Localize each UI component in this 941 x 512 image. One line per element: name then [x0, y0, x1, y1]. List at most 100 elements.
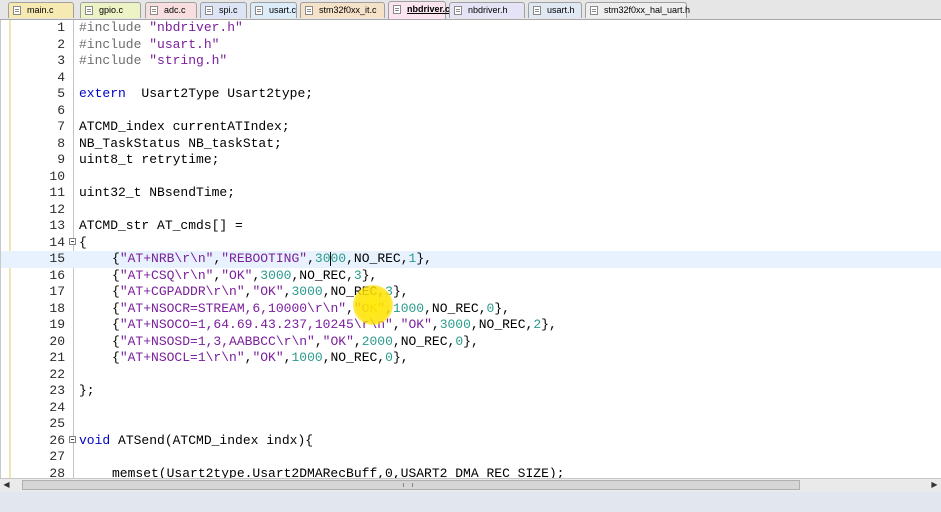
- code-line[interactable]: 8 NB_TaskStatus NB_taskStat;: [1, 136, 941, 153]
- line-number: 7: [57, 119, 65, 134]
- code-token: },: [361, 267, 378, 283]
- code-token: NB_TaskStatus NB_taskStat;: [79, 135, 282, 151]
- code-token: 0: [385, 350, 393, 365]
- code-token: };: [79, 383, 95, 398]
- code-line[interactable]: 12: [1, 202, 941, 219]
- line-number: 20: [49, 333, 65, 349]
- code-line[interactable]: 5 extern Usart2Type Usart2type;: [1, 86, 941, 103]
- scroll-left-arrow-icon[interactable]: ◀: [1, 480, 12, 490]
- code-line[interactable]: 1 #include "nbdriver.h": [1, 20, 941, 37]
- code-line[interactable]: 18 {"AT+NSOCR=STREAM,6,10000\r\n","OK",10…: [1, 301, 941, 318]
- tab-usart-c[interactable]: usart.c: [250, 2, 297, 18]
- tab-label: usart.c: [269, 5, 297, 15]
- code-token: },: [463, 333, 479, 349]
- code-line[interactable]: 4: [1, 70, 941, 87]
- code-text: };: [79, 383, 95, 400]
- code-token: 2: [533, 317, 542, 332]
- fold-toggle-icon[interactable]: [69, 435, 76, 443]
- code-token: "OK": [400, 317, 432, 332]
- fold-toggle-icon[interactable]: [69, 237, 76, 245]
- code-token: void: [79, 432, 111, 448]
- code-line[interactable]: 15 {"AT+NRB\r\n","REBOOTING",3000,NO_REC,…: [1, 251, 941, 268]
- code-token: "OK": [322, 333, 354, 349]
- code-token: 1000: [291, 350, 323, 365]
- code-line[interactable]: 23};: [1, 383, 941, 400]
- code-token: ,: [385, 300, 393, 316]
- text-cursor: [330, 252, 331, 266]
- line-number: 11: [49, 185, 65, 200]
- code-line[interactable]: 17 {"AT+CGPADDR\r\n","OK",3000,NO_REC,3},: [1, 284, 941, 301]
- code-line[interactable]: 14 {: [1, 235, 941, 252]
- tab-spi-c[interactable]: spi.c: [200, 2, 247, 18]
- code-token: },: [541, 317, 557, 332]
- file-icon: [454, 6, 462, 15]
- code-token: #include: [79, 20, 150, 35]
- code-line[interactable]: 19 {"AT+NSOCO=1,64.69.43.237,10245\r\n","…: [1, 317, 941, 334]
- code-text: ATCMD_index currentATIndex;: [79, 119, 290, 136]
- line-number: 15: [49, 251, 65, 266]
- line-number: 27: [49, 449, 65, 464]
- code-line[interactable]: 16 {"AT+CSQ\r\n","OK",3000,NO_REC,3},: [1, 268, 941, 285]
- code-token: {: [112, 333, 120, 349]
- code-token: ,: [307, 251, 315, 266]
- code-token: 0: [455, 333, 464, 349]
- code-line[interactable]: 27: [1, 449, 941, 466]
- code-token: "AT+NSOSD=1,3,AABBCC\r\n": [119, 333, 315, 349]
- tab-label: nbdriver.h: [468, 5, 508, 15]
- code-line[interactable]: 20 {"AT+NSOSD=1,3,AABBCC\r\n","OK",2000,N…: [1, 334, 941, 351]
- code-line[interactable]: 13 ATCMD_str AT_cmds[] =: [1, 218, 941, 235]
- code-line[interactable]: 25: [1, 416, 941, 433]
- tab-nbdriver-h[interactable]: nbdriver.h: [449, 2, 525, 18]
- code-line[interactable]: 21 {"AT+NSOCL=1\r\n","OK",1000,NO_REC,0},: [1, 350, 941, 367]
- code-token: "nbdriver.h": [149, 20, 243, 35]
- code-text: {"AT+NSOCO=1,64.69.43.237,10245\r\n","OK…: [112, 317, 557, 334]
- code-line[interactable]: 2 #include "usart.h": [1, 37, 941, 54]
- line-number: 10: [49, 168, 65, 184]
- code-token: "usart.h": [149, 36, 220, 52]
- scrollbar-thumb[interactable]: [22, 480, 800, 490]
- tab-adc-c[interactable]: adc.c: [145, 2, 197, 18]
- code-text: #include "usart.h": [79, 37, 219, 54]
- file-icon: [13, 6, 21, 15]
- code-line[interactable]: 28 memset(Usart2type.Usart2DMARecBuff,0,U…: [1, 466, 941, 479]
- code-token: 3000: [260, 267, 292, 283]
- line-number: 2: [57, 36, 65, 52]
- code-token: 3: [385, 284, 393, 299]
- line-number: 14: [49, 234, 65, 250]
- code-token: ,NO_REC,: [424, 300, 487, 316]
- code-line[interactable]: 24: [1, 400, 941, 417]
- tab-gpio-c[interactable]: gpio.c: [80, 2, 141, 18]
- tab-label: stm32f0xx_it.c: [319, 5, 377, 15]
- code-editor[interactable]: 1 #include "nbdriver.h" 2 #include "usart.h…: [0, 20, 941, 478]
- code-line[interactable]: 3 #include "string.h": [1, 53, 941, 70]
- line-number: 8: [57, 135, 65, 151]
- code-line[interactable]: 10: [1, 169, 941, 186]
- code-token: ,NO_REC,: [470, 317, 534, 332]
- code-line[interactable]: 22: [1, 367, 941, 384]
- code-token: ,NO_REC,: [322, 350, 386, 365]
- code-line[interactable]: 26 void ATSend(ATCMD_index indx){: [1, 433, 941, 450]
- code-token: },: [494, 300, 510, 316]
- tab-usart-h[interactable]: usart.h: [528, 2, 582, 18]
- code-line[interactable]: 11 uint32_t NBsendTime;: [1, 185, 941, 202]
- code-line[interactable]: 6: [1, 103, 941, 120]
- horizontal-scrollbar[interactable]: ◀ ▶: [0, 478, 941, 492]
- code-line[interactable]: 7 ATCMD_index currentATIndex;: [1, 119, 941, 136]
- code-text: #include "string.h": [79, 53, 227, 70]
- code-token: extern: [79, 86, 126, 101]
- tab-stm32f0xx-it-c[interactable]: stm32f0xx_it.c: [300, 2, 385, 18]
- tab-label: usart.h: [547, 5, 575, 15]
- code-token: {: [79, 234, 87, 250]
- tab-main-c[interactable]: main.c: [8, 2, 74, 18]
- code-text: {"AT+NSOSD=1,3,AABBCC\r\n","OK",2000,NO_…: [112, 334, 479, 351]
- line-number: 24: [49, 399, 65, 415]
- code-token: 3000: [439, 317, 471, 332]
- code-text: {: [79, 235, 87, 252]
- tab-stm32f0xx-hal-uart-h[interactable]: stm32f0xx_hal_uart.h: [585, 2, 690, 18]
- tab-nbdriver-c[interactable]: nbdriver.c: [388, 1, 450, 19]
- code-line[interactable]: 9 uint8_t retrytime;: [1, 152, 941, 169]
- line-number: 25: [49, 416, 65, 431]
- scroll-right-arrow-icon[interactable]: ▶: [929, 480, 940, 490]
- code-token: "AT+NRB\r\n": [119, 251, 214, 266]
- code-token: "string.h": [149, 53, 228, 68]
